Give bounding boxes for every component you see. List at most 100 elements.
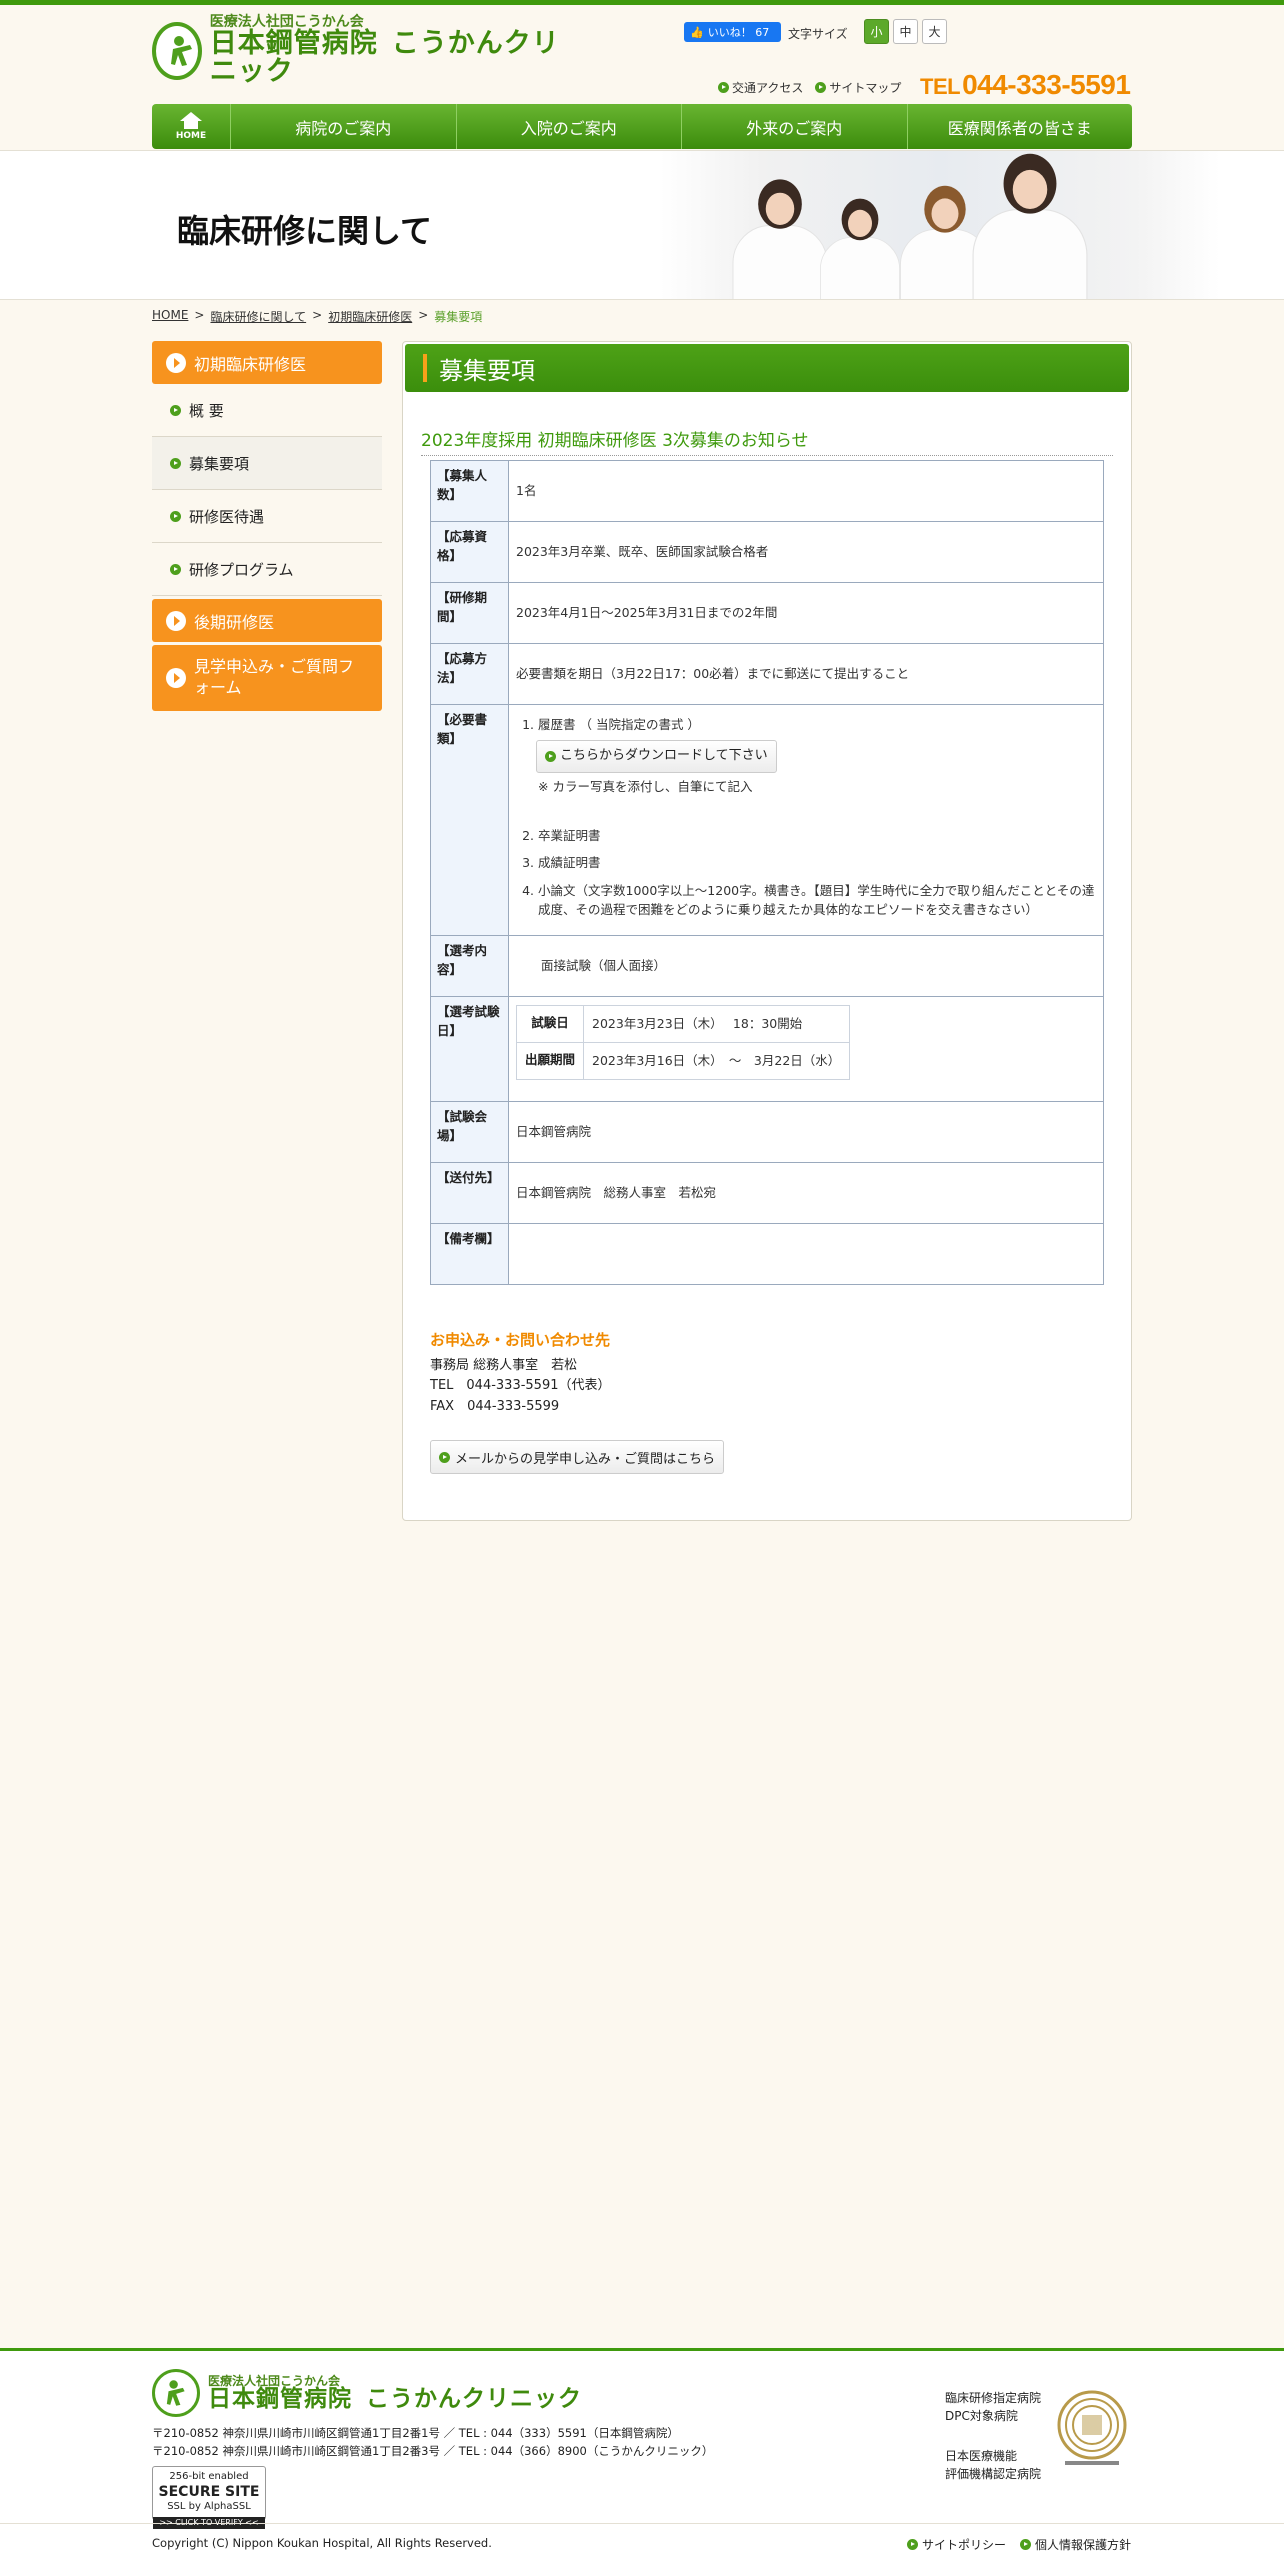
row-label: 【備考欄】 bbox=[430, 1223, 509, 1285]
row-label: 【研修期間】 bbox=[430, 582, 509, 644]
row-value: 2023年4月1日～2025年3月31日までの2年間 bbox=[508, 582, 1104, 644]
arrow-circle-icon bbox=[1020, 2539, 1032, 2550]
sidebar-section-label: 見学申込み・ご質問フォーム bbox=[194, 657, 355, 697]
doctor-figure bbox=[732, 179, 828, 299]
doctor-figure bbox=[972, 153, 1088, 299]
tel-number: 044-333-5591 bbox=[962, 69, 1131, 100]
sidebar-item-overview[interactable]: 概 要 bbox=[152, 384, 382, 437]
breadcrumb: HOME > 臨床研修に関して > 初期臨床研修医 > 募集要項 bbox=[152, 308, 482, 325]
row-label: 【送付先】 bbox=[430, 1162, 509, 1224]
contact-title: お申込み・お問い合わせ先 bbox=[430, 1331, 611, 1349]
footer-address: 〒210-0852 神奈川県川崎市川崎区鋼管通1丁目2番1号 ／ TEL : 0… bbox=[152, 2425, 713, 2461]
mail-inquiry-button[interactable]: メールからの見学申し込み・ご質問はこちら bbox=[430, 1440, 725, 1474]
nav-hospital-guide[interactable]: 病院のご案内 bbox=[230, 104, 456, 149]
exam-schedule-table: 試験日 2023年3月23日（木） 18：30開始 出願期間 2023年3月16… bbox=[515, 1005, 851, 1080]
access-link[interactable]: 交通アクセス bbox=[718, 79, 803, 96]
cert-text: DPC対象病院 bbox=[945, 2409, 1018, 2423]
logo-mark-icon bbox=[152, 22, 202, 80]
contact-info: お申込み・お問い合わせ先 事務局 総務人事室 若松 TEL 044-333-55… bbox=[430, 1329, 611, 1417]
footer-clinic-name: こうかんクリニック bbox=[366, 2386, 582, 2413]
row-label: 【募集人数】 bbox=[430, 460, 509, 522]
breadcrumb-initial-residents[interactable]: 初期臨床研修医 bbox=[328, 308, 412, 325]
sidebar-section-senior-residents[interactable]: 後期研修医 bbox=[152, 599, 382, 642]
logo-mark-icon bbox=[152, 2369, 200, 2417]
document-note: ※ カラー写真を添付し、自筆にて記入 bbox=[538, 778, 753, 794]
logo-hospital-name: 日本鋼管病院 bbox=[209, 28, 378, 59]
table-row: 【募集人数】 1名 bbox=[430, 460, 1104, 522]
section-heading-text: 募集要項 bbox=[439, 356, 535, 385]
sidebar: 初期臨床研修医 概 要 募集要項 研修医待遇 研修プログラム 後期研修医 見学申… bbox=[152, 341, 382, 711]
font-size-medium-button[interactable]: 中 bbox=[893, 19, 918, 44]
row-label: 【必要書類】 bbox=[430, 704, 509, 936]
document-item-text: 履歴書 （ 当院指定の書式 ） bbox=[538, 717, 700, 732]
sidebar-item-recruitment[interactable]: 募集要項 bbox=[152, 437, 382, 490]
sidebar-section-initial-residents[interactable]: 初期臨床研修医 bbox=[152, 341, 382, 384]
footer-divider bbox=[0, 2523, 1284, 2524]
site-footer: 医療法人社団こうかん会 日本鋼管病院 こうかんクリニック 〒210-0852 神奈… bbox=[0, 2348, 1284, 2568]
sidebar-item-label: 概 要 bbox=[189, 401, 224, 420]
address-clinic: 〒210-0852 神奈川県川崎市川崎区鋼管通1丁目2番3号 ／ TEL : 0… bbox=[152, 2443, 714, 2458]
row-label: 【選考内容】 bbox=[430, 935, 509, 997]
ssl-title: SECURE SITE bbox=[158, 2483, 260, 2500]
table-row: 【選考試験日】 試験日 2023年3月23日（木） 18：30開始 出願期間 2… bbox=[430, 996, 1104, 1102]
table-row: 出願期間 2023年3月16日（木） ～ 3月22日（水） bbox=[515, 1042, 851, 1080]
apply-period-label: 出願期間 bbox=[515, 1042, 585, 1080]
font-size-small-button[interactable]: 小 bbox=[864, 19, 889, 44]
play-circle-icon bbox=[166, 352, 186, 373]
footer-logo[interactable]: 医療法人社団こうかん会 日本鋼管病院 こうかんクリニック bbox=[152, 2369, 582, 2417]
sidebar-item-program[interactable]: 研修プログラム bbox=[152, 543, 382, 596]
breadcrumb-sep: > bbox=[418, 308, 429, 322]
row-value: 必要書類を期日（3月22日17：00必着）までに郵送にて提出すること bbox=[508, 643, 1104, 705]
site-header: 医療法人社団こうかん会 日本鋼管病院 こうかんクリニック 👍 いいね！ 67 文字… bbox=[152, 5, 1132, 101]
arrow-circle-icon bbox=[815, 82, 827, 93]
arrow-circle-icon bbox=[170, 457, 181, 469]
breadcrumb-training[interactable]: 臨床研修に関して bbox=[210, 308, 306, 325]
footer-links: サイトポリシー 個人情報保護方針 bbox=[907, 2536, 1131, 2553]
download-form-button[interactable]: こちらからダウンロードして下さい bbox=[536, 740, 777, 773]
accreditation-seal-icon bbox=[1057, 2390, 1127, 2465]
facebook-like-button[interactable]: 👍 いいね！ 67 bbox=[684, 22, 781, 42]
arrow-circle-icon bbox=[718, 82, 729, 93]
nav-medical-professionals[interactable]: 医療関係者の皆さま bbox=[906, 104, 1133, 149]
arrow-circle-icon bbox=[907, 2539, 918, 2550]
privacy-policy-label: 個人情報保護方針 bbox=[1035, 2538, 1132, 2552]
nav-home[interactable]: HOME bbox=[152, 104, 230, 149]
breadcrumb-sep: > bbox=[194, 308, 205, 322]
doctor-figure bbox=[820, 198, 900, 299]
table-row: 【必要書類】 履歴書 （ 当院指定の書式 ） こちらからダウンロードして下さい … bbox=[430, 704, 1104, 936]
cert-text: 日本医療機能 bbox=[945, 2449, 1018, 2463]
sidebar-item-benefits[interactable]: 研修医待遇 bbox=[152, 490, 382, 543]
sitemap-link[interactable]: サイトマップ bbox=[815, 79, 901, 96]
ssl-seal[interactable]: 256-bit enabled SECURE SITE SSL by Alpha… bbox=[152, 2466, 266, 2529]
row-label: 【試験会場】 bbox=[430, 1101, 509, 1163]
nav-admission-guide[interactable]: 入院のご案内 bbox=[455, 104, 682, 149]
sidebar-item-label: 研修プログラム bbox=[189, 560, 294, 579]
sidebar-section-visit-form[interactable]: 見学申込み・ご質問フォーム bbox=[152, 645, 382, 711]
download-form-label: こちらからダウンロードして下さい bbox=[560, 748, 768, 764]
table-row: 試験日 2023年3月23日（木） 18：30開始 bbox=[515, 1005, 851, 1043]
row-value: 2023年3月卒業、既卒、医師国家試験合格者 bbox=[508, 521, 1104, 583]
site-policy-link[interactable]: サイトポリシー bbox=[907, 2536, 1006, 2553]
footer-hospital-name: 日本鋼管病院 bbox=[208, 2386, 352, 2413]
contact-tel: TEL 044-333-5591（代表） bbox=[430, 1378, 611, 1394]
table-row: 【備考欄】 bbox=[430, 1223, 1104, 1285]
font-size-large-button[interactable]: 大 bbox=[922, 19, 947, 44]
row-value: 面接試験（個人面接） bbox=[508, 935, 1104, 997]
privacy-policy-link[interactable]: 個人情報保護方針 bbox=[1020, 2536, 1131, 2553]
table-row: 【研修期間】 2023年4月1日～2025年3月31日までの2年間 bbox=[430, 582, 1104, 644]
row-value: 1名 bbox=[508, 460, 1104, 522]
table-row: 【応募方法】 必要書類を期日（3月22日17：00必着）までに郵送にて提出するこ… bbox=[430, 643, 1104, 705]
arrow-circle-icon bbox=[545, 750, 556, 762]
sidebar-item-label: 研修医待遇 bbox=[189, 507, 265, 526]
breadcrumb-home[interactable]: HOME bbox=[152, 308, 188, 325]
doctors-photo bbox=[660, 151, 1220, 299]
row-value: 日本鋼管病院 総務人事室 若松宛 bbox=[508, 1162, 1104, 1224]
tel-label: TEL bbox=[920, 74, 961, 99]
site-logo[interactable]: 医療法人社団こうかん会 日本鋼管病院 こうかんクリニック bbox=[152, 15, 572, 86]
global-nav: HOME 病院のご案内 入院のご案内 外来のご案内 医療関係者の皆さま bbox=[152, 104, 1132, 149]
row-value bbox=[508, 1223, 1104, 1285]
nav-outpatient-guide[interactable]: 外来のご案内 bbox=[681, 104, 907, 149]
play-circle-icon bbox=[166, 610, 186, 631]
footer-certifications: 臨床研修指定病院 DPC対象病院 日本医療機能 評価機構認定病院 bbox=[945, 2389, 1041, 2483]
sidebar-item-label: 募集要項 bbox=[189, 454, 250, 473]
